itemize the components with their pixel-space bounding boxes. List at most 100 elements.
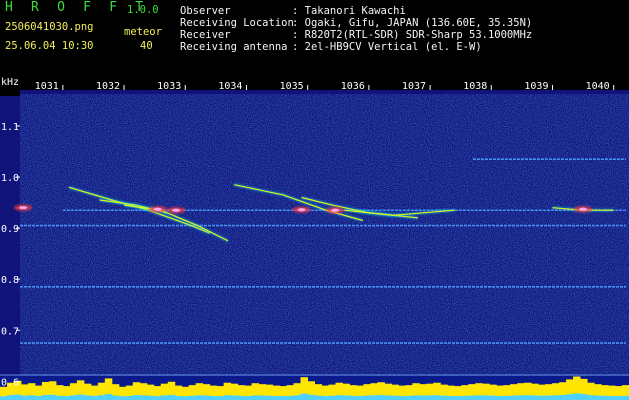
activity-base [314,395,322,400]
activity-base [293,395,302,400]
activity-base [132,395,141,400]
activity-base [524,395,532,400]
activity-base [503,395,511,400]
activity-base [97,395,106,400]
activity-base [181,396,190,400]
header-panel: H R O F F T 1.0.0 2506041030.png meteor … [0,0,629,76]
activity-base [384,395,392,400]
meteor-hotspot-core [297,208,306,212]
activity-base [580,394,588,400]
activity-base [363,395,371,400]
activity-base [223,395,232,400]
activity-base [195,395,204,400]
activity-base [475,395,483,400]
meteor-hotspot-core [579,207,588,211]
activity-base [342,395,350,400]
activity-base [608,395,616,400]
activity-base [41,394,50,400]
x-tick-label: 1031 [35,81,59,92]
activity-base [370,395,378,400]
activity-base [216,396,225,400]
activity-base [111,395,120,400]
activity-base [545,395,553,400]
spectrogram-panel: 1.1 1.0 0.9 0.8 0.7 0.6 kHz 1031 1032 1033 1034 1… [0,76,629,400]
activity-base [160,395,169,400]
activity-base [335,395,343,400]
activity-bar [0,374,629,400]
y-tick-label: 0.6 [1,377,19,388]
y-tick-label: 1.1 [1,122,19,133]
activity-base [76,394,85,400]
activity-base [188,395,197,400]
spectrogram-chart: 1.1 1.0 0.9 0.8 0.7 0.6 [0,76,629,400]
observer-label: Observer [180,5,231,17]
meteor-hotspot-core [153,207,162,211]
activity-base [496,395,504,400]
activity-base [237,395,246,400]
activity-base [440,395,448,400]
activity-base [587,395,595,400]
activity-base [286,395,295,400]
activity-base [489,395,497,400]
activity-base [209,395,218,400]
activity-base [265,395,274,400]
activity-base [20,395,29,400]
activity-base [552,395,560,400]
x-tick-label: 1034 [218,81,242,92]
activity-base [615,396,623,400]
activity-base [622,395,629,400]
activity-base [559,395,567,400]
mode-label: meteor [124,26,162,38]
meteor-hotspot-core [19,206,28,210]
observation-datetime: 25.06.04 10:30 [5,40,94,52]
x-tick-label: 1039 [524,81,548,92]
activity-base [307,394,315,400]
activity-base [482,395,490,400]
activity-base [153,396,162,400]
activity-base [272,395,281,400]
meteor-count: 40 [140,40,153,52]
x-tick-label: 1037 [402,81,426,92]
activity-base [398,395,406,400]
activity-base [104,393,113,400]
activity-base [6,395,15,400]
activity-base [230,395,239,400]
activity-base [300,393,309,400]
activity-base [258,395,267,400]
activity-base [48,394,57,400]
y-tick-label: 1.0 [1,173,19,184]
activity-base [244,395,253,400]
file-name: 2506041030.png [5,21,94,33]
location-value: : Ogaki, Gifu, JAPAN (136.60E, 35.35N) [292,17,533,29]
activity-base [510,395,518,400]
activity-base [566,394,574,400]
x-tick-label: 1040 [586,81,610,92]
activity-base [531,395,539,400]
activity-base [139,395,148,400]
activity-base [118,396,127,400]
activity-base [405,395,413,400]
app-version: 1.0.0 [127,4,159,16]
receiver-label: Receiver [180,29,231,41]
activity-base [447,395,455,400]
activity-base [55,395,64,400]
activity-base [601,395,609,400]
activity-base [573,393,581,400]
activity-base [62,396,71,400]
activity-base [146,395,155,400]
activity-base [328,395,336,400]
antenna-value: : 2el-HB9CV Vertical (el. E-W) [292,41,482,53]
activity-base [34,395,43,400]
activity-base [356,395,364,400]
activity-base [538,395,546,400]
x-tick-label: 1035 [280,81,304,92]
activity-base [419,395,427,400]
y-tick-label: 0.7 [1,326,19,337]
activity-base [167,394,176,400]
frequency-axis-header: kHz 1031 1032 1033 1034 1035 1036 1037 1038 1039… [0,76,629,96]
y-unit-label: kHz [1,77,19,88]
activity-base [412,395,420,400]
observer-value: : Takanori Kawachi [292,5,406,17]
activity-base [90,395,99,400]
x-tick-label: 1032 [96,81,120,92]
